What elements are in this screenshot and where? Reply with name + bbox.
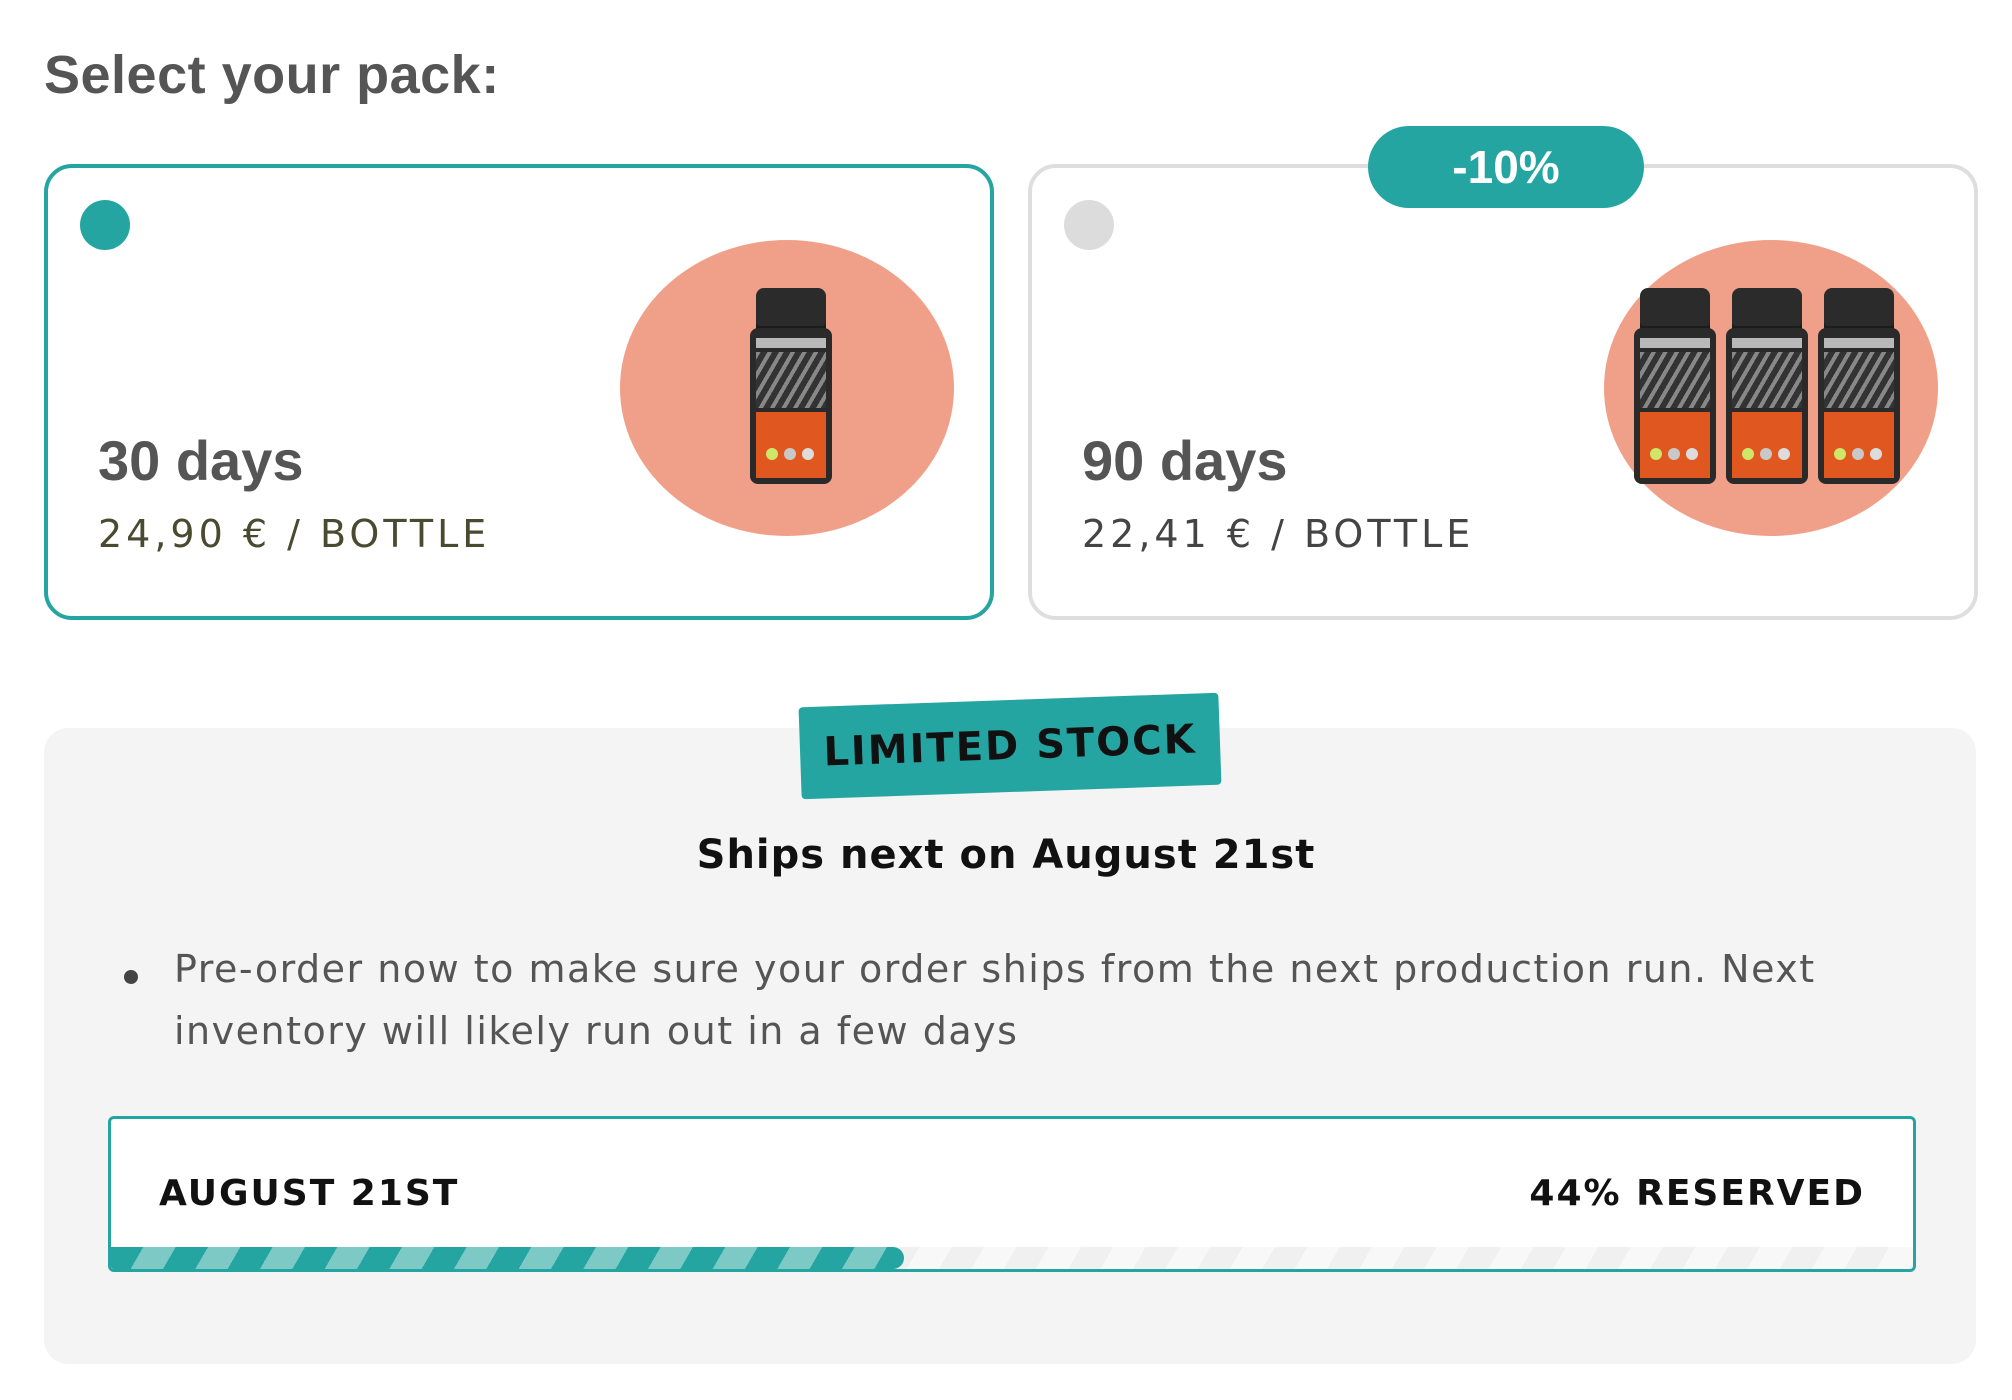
ships-next-text: Ships next on August 21st [696,832,1316,878]
preorder-note-text: Pre-order now to make sure your order sh… [174,947,1816,1053]
radio-selected[interactable] [80,200,130,250]
progress-date-label: AUGUST 21ST [159,1173,460,1214]
bottle-icon [1816,288,1902,488]
progress-reserved-label: 44% RESERVED [1529,1173,1865,1214]
bullet-icon [124,970,138,984]
pack-selector-page: Select your pack: 30 days 24,90 € / BOTT… [0,0,2012,1400]
preorder-note: Pre-order now to make sure your order sh… [124,938,1904,1062]
pack-title: 90 days [1082,429,1288,492]
reservation-progress: AUGUST 21ST 44% RESERVED [108,1116,1916,1272]
radio-unselected[interactable] [1064,200,1114,250]
bottle-icon [748,288,834,488]
pack-option-90-days[interactable]: 90 days 22,41 € / BOTTLE [1028,164,1978,620]
pack-price: 22,41 € / BOTTLE [1082,512,1475,556]
product-image-3-bottles [1632,288,1902,488]
pack-title: 30 days [98,429,304,492]
pack-price: 24,90 € / BOTTLE [98,512,491,556]
product-image-1-bottle [748,288,834,488]
bottle-icon [1724,288,1810,488]
bottle-icon [1632,288,1718,488]
discount-badge: -10% [1368,126,1644,208]
progress-fill [111,1247,904,1269]
pack-option-30-days[interactable]: 30 days 24,90 € / BOTTLE [44,164,994,620]
progress-track [111,1247,1913,1269]
pack-heading: Select your pack: [44,45,500,105]
limited-stock-badge: LIMITED STOCK [798,692,1222,800]
